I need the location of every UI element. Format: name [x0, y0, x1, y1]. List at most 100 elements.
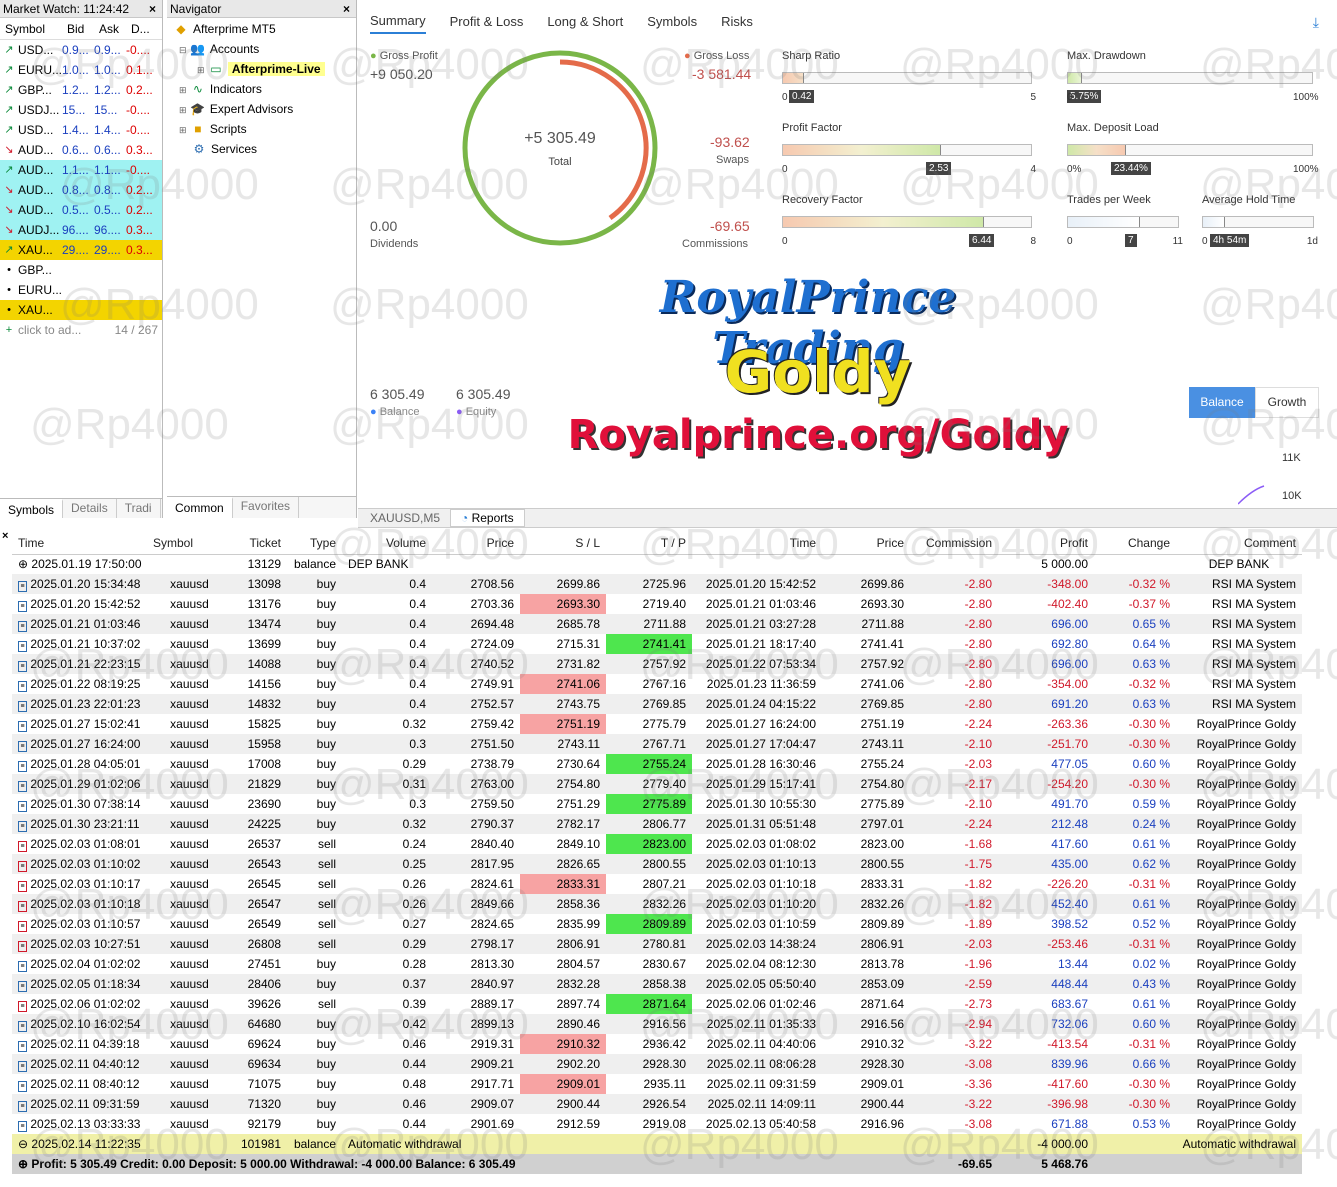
- table-row[interactable]: ≡ 2025.01.27 16:24:00 xauusd 15958 buy 0…: [12, 734, 1302, 754]
- growth-toggle-button[interactable]: Growth: [1255, 387, 1319, 418]
- table-row[interactable]: ≡ 2025.02.03 01:10:02 xauusd 26543 sell …: [12, 854, 1302, 874]
- market-watch-row[interactable]: ↘ AUDJ... 96.... 96.... 0.3...: [0, 220, 162, 240]
- column-header[interactable]: Type: [287, 532, 342, 555]
- market-watch-row[interactable]: ↗ EURU... 1.0... 1.0... 0.1...: [0, 60, 162, 80]
- table-row[interactable]: ≡ 2025.02.11 04:40:12 xauusd 69634 buy 0…: [12, 1054, 1302, 1074]
- column-header[interactable]: Change: [1094, 532, 1176, 555]
- close-icon[interactable]: ×: [149, 0, 156, 18]
- add-symbol-row[interactable]: + click to ad... 14 / 267: [0, 320, 162, 340]
- column-header[interactable]: Volume: [342, 532, 432, 555]
- market-watch-row[interactable]: ↗ USDJ... 15... 15... -0....: [0, 100, 162, 120]
- table-row[interactable]: ≡ 2025.02.03 01:08:01 xauusd 26537 sell …: [12, 834, 1302, 854]
- table-row[interactable]: ≡ 2025.01.20 15:42:52 xauusd 13176 buy 0…: [12, 594, 1302, 614]
- download-icon[interactable]: ⤓: [1313, 14, 1319, 31]
- expand-icon[interactable]: ⊞: [197, 65, 205, 75]
- table-row[interactable]: ≡ 2025.01.21 01:03:46 xauusd 13474 buy 0…: [12, 614, 1302, 634]
- column-header[interactable]: Price: [822, 532, 910, 555]
- table-row[interactable]: ≡ 2025.02.03 10:27:51 xauusd 26808 sell …: [12, 934, 1302, 954]
- market-watch-row[interactable]: ↘ AUD... 0.8... 0.8... 0.2...: [0, 180, 162, 200]
- deposit-row[interactable]: ⊕ 2025.01.19 17:50:00 13129 balance DEP …: [12, 554, 1302, 574]
- column-header[interactable]: Price: [432, 532, 520, 555]
- table-row[interactable]: ≡ 2025.02.03 01:10:17 xauusd 26545 sell …: [12, 874, 1302, 894]
- nav-indicators[interactable]: ⊞ ∿ Indicators: [179, 80, 262, 98]
- table-row[interactable]: ≡ 2025.02.03 01:10:57 xauusd 26549 sell …: [12, 914, 1302, 934]
- expand-icon[interactable]: ⊞: [179, 85, 187, 95]
- table-row[interactable]: ≡ 2025.02.03 01:10:18 xauusd 26547 sell …: [12, 894, 1302, 914]
- balance-toggle-button[interactable]: Balance: [1189, 387, 1255, 418]
- column-header[interactable]: Commission: [910, 532, 998, 555]
- column-header[interactable]: Ticket: [232, 532, 287, 555]
- tab-long-short[interactable]: Long & Short: [547, 10, 623, 33]
- tab-risks[interactable]: Risks: [721, 10, 753, 33]
- column-header[interactable]: Time: [692, 532, 822, 555]
- close-icon[interactable]: ×: [343, 0, 350, 18]
- market-watch-row[interactable]: • XAU...: [0, 300, 162, 320]
- table-row[interactable]: ≡ 2025.01.23 22:01:23 xauusd 14832 buy 0…: [12, 694, 1302, 714]
- metric-bar-fill: [1068, 73, 1082, 83]
- expand-icon[interactable]: ⊞: [179, 125, 187, 135]
- table-row[interactable]: ≡ 2025.02.11 08:40:12 xauusd 71075 buy 0…: [12, 1074, 1302, 1094]
- market-watch-row[interactable]: ↗ USD... 0.9... 0.9... -0....: [0, 40, 162, 60]
- column-header[interactable]: Symbol: [147, 532, 232, 555]
- table-row[interactable]: ≡ 2025.01.29 01:02:06 xauusd 21829 buy 0…: [12, 774, 1302, 794]
- cell-price: 2798.17: [432, 934, 520, 954]
- market-watch-row[interactable]: ↗ XAU... 29.... 29.... 0.3...: [0, 240, 162, 260]
- nav-services[interactable]: ⚙ Services: [191, 140, 257, 158]
- column-header[interactable]: Profit: [998, 532, 1094, 555]
- nav-account-live[interactable]: ⊞ ▭ Afterprime-Live: [197, 60, 325, 78]
- tab-details[interactable]: Details: [63, 499, 117, 518]
- table-row[interactable]: ≡ 2025.02.11 09:31:59 xauusd 71320 buy 0…: [12, 1094, 1302, 1114]
- tab-symbols[interactable]: Symbols: [647, 10, 697, 33]
- table-row[interactable]: ≡ 2025.01.22 08:19:25 xauusd 14156 buy 0…: [12, 674, 1302, 694]
- col-ask[interactable]: Ask: [94, 18, 126, 39]
- tab-trading[interactable]: Tradi: [117, 499, 161, 518]
- market-watch-row[interactable]: ↗ GBP... 1.2... 1.2... 0.2...: [0, 80, 162, 100]
- cell-profit: 683.67: [1051, 997, 1088, 1011]
- market-watch-row[interactable]: ↘ AUD... 0.6... 0.6... 0.3...: [0, 140, 162, 160]
- table-row[interactable]: ≡ 2025.01.21 10:37:02 xauusd 13699 buy 0…: [12, 634, 1302, 654]
- column-header[interactable]: Comment: [1176, 532, 1302, 555]
- nav-experts[interactable]: ⊞ 🎓 Expert Advisors: [179, 100, 293, 118]
- market-watch-row[interactable]: ↗ USD... 1.4... 1.4... -0....: [0, 120, 162, 140]
- market-watch-row[interactable]: • EURU...: [0, 280, 162, 300]
- table-row[interactable]: ≡ 2025.01.20 15:34:48 xauusd 13098 buy 0…: [12, 574, 1302, 594]
- nav-accounts[interactable]: ⊟ 👥 Accounts: [179, 40, 259, 58]
- table-row[interactable]: ≡ 2025.01.30 07:38:14 xauusd 23690 buy 0…: [12, 794, 1302, 814]
- withdrawal-row[interactable]: ⊖ 2025.02.14 11:22:35 101981 balance Aut…: [12, 1134, 1302, 1154]
- col-symbol[interactable]: Symbol: [0, 18, 62, 39]
- market-watch-row[interactable]: ↗ AUD... 1.1... 1.1... -0....: [0, 160, 162, 180]
- collapse-icon[interactable]: ⊟: [179, 45, 187, 55]
- tab-symbols[interactable]: Symbols: [0, 499, 64, 518]
- tab-favorites[interactable]: Favorites: [233, 497, 300, 518]
- tab-common[interactable]: Common: [167, 497, 233, 518]
- nav-root[interactable]: ◆ Afterprime MT5: [173, 20, 275, 38]
- tab-summary[interactable]: Summary: [370, 9, 426, 34]
- expand-icon[interactable]: ⊞: [179, 105, 187, 115]
- tab-chart-xauusd[interactable]: XAUUSD,M5: [370, 511, 440, 525]
- market-watch-row[interactable]: ↘ AUD... 0.5... 0.5... 0.2...: [0, 200, 162, 220]
- total-row[interactable]: ⊕ Profit: 5 305.49 Credit: 0.00 Deposit:…: [12, 1154, 1302, 1174]
- column-header[interactable]: Time: [12, 532, 147, 555]
- column-header[interactable]: S / L: [520, 532, 606, 555]
- tab-profit-loss[interactable]: Profit & Loss: [450, 10, 524, 33]
- table-row[interactable]: ≡ 2025.02.05 01:18:34 xauusd 28406 buy 0…: [12, 974, 1302, 994]
- table-row[interactable]: ≡ 2025.02.10 16:02:54 xauusd 64680 buy 0…: [12, 1014, 1302, 1034]
- table-row[interactable]: ≡ 2025.01.30 23:21:11 xauusd 24225 buy 0…: [12, 814, 1302, 834]
- table-row[interactable]: ≡ 2025.02.04 01:02:02 xauusd 27451 buy 0…: [12, 954, 1302, 974]
- close-icon[interactable]: ×: [2, 530, 8, 542]
- add-symbol-input[interactable]: click to ad...: [18, 320, 100, 340]
- col-daily[interactable]: D...: [126, 18, 160, 39]
- column-header[interactable]: T / P: [606, 532, 692, 555]
- col-bid[interactable]: Bid: [62, 18, 94, 39]
- cell-comment: RoyalPrince Goldy: [1196, 917, 1296, 931]
- table-row[interactable]: ≡ 2025.02.06 01:02:02 xauusd 39626 sell …: [12, 994, 1302, 1014]
- table-row[interactable]: ≡ 2025.01.21 22:23:15 xauusd 14088 buy 0…: [12, 654, 1302, 674]
- table-row[interactable]: ≡ 2025.02.13 03:33:33 xauusd 92179 buy 0…: [12, 1114, 1302, 1134]
- nav-scripts[interactable]: ⊞ ■ Scripts: [179, 120, 247, 138]
- cell-volume: 0.32: [342, 814, 432, 834]
- table-row[interactable]: ≡ 2025.02.11 04:39:18 xauusd 69624 buy 0…: [12, 1034, 1302, 1054]
- table-row[interactable]: ≡ 2025.01.28 04:05:01 xauusd 17008 buy 0…: [12, 754, 1302, 774]
- tab-reports[interactable]: ◔ Reports: [450, 509, 525, 527]
- market-watch-row[interactable]: • GBP...: [0, 260, 162, 280]
- table-row[interactable]: ≡ 2025.01.27 15:02:41 xauusd 15825 buy 0…: [12, 714, 1302, 734]
